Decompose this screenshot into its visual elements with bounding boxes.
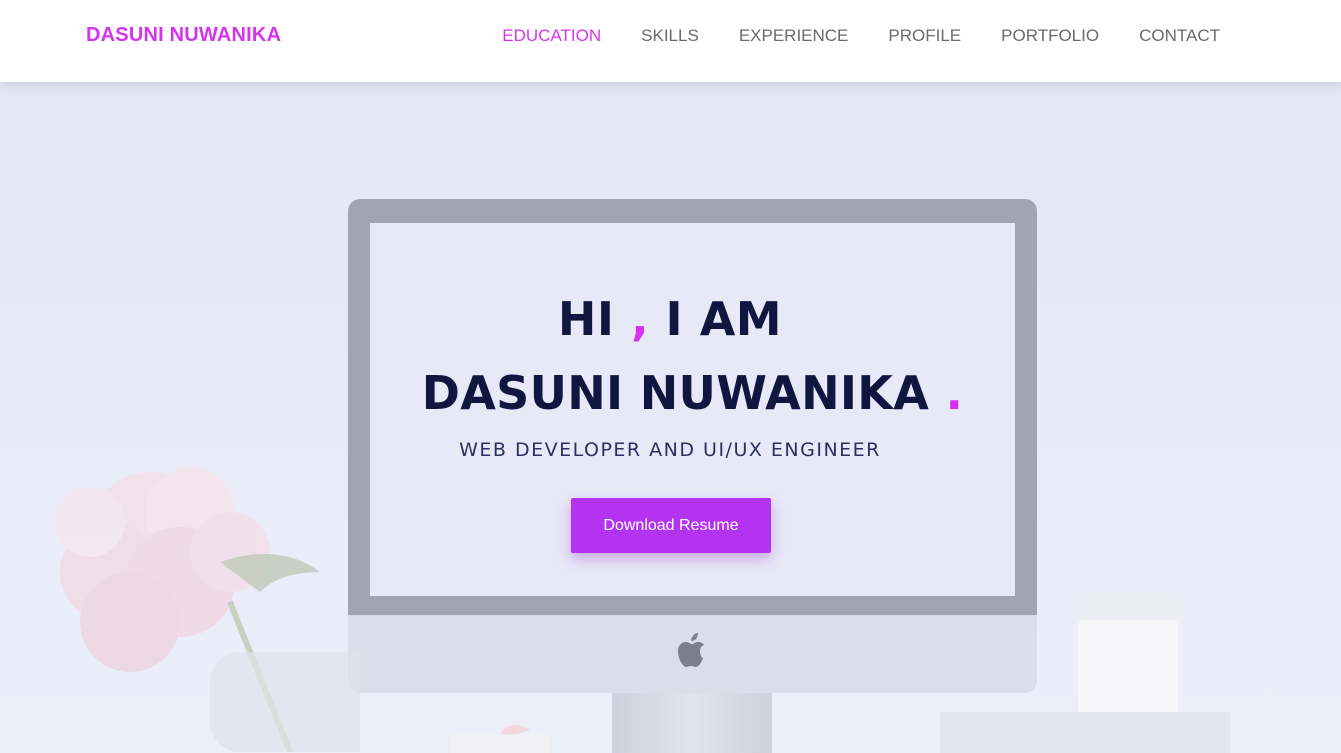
main-nav: EDUCATION SKILLS EXPERIENCE PROFILE PORT… bbox=[462, 26, 1220, 46]
apple-icon bbox=[678, 633, 704, 667]
books-illustration bbox=[940, 712, 1230, 753]
nav-education[interactable]: EDUCATION bbox=[502, 26, 601, 46]
candle-illustration bbox=[1074, 592, 1184, 722]
nav-profile[interactable]: PROFILE bbox=[888, 26, 961, 46]
nav-portfolio[interactable]: PORTFOLIO bbox=[1001, 26, 1099, 46]
download-resume-button[interactable]: Download Resume bbox=[571, 498, 771, 553]
nav-contact[interactable]: CONTACT bbox=[1139, 26, 1220, 46]
brand-logo[interactable]: DASUNI NUWANIKA bbox=[86, 24, 281, 47]
navbar: DASUNI NUWANIKA EDUCATION SKILLS EXPERIE… bbox=[0, 0, 1341, 82]
nav-skills[interactable]: SKILLS bbox=[641, 26, 699, 46]
hero-role: WEB DEVELOPER AND UI/UX ENGINEER bbox=[459, 439, 881, 461]
monitor-stand bbox=[612, 693, 772, 753]
greeting-end: I AM bbox=[649, 292, 783, 346]
nav-experience[interactable]: EXPERIENCE bbox=[739, 26, 849, 46]
hero-name-dot: . bbox=[929, 366, 964, 420]
greeting-comma: , bbox=[631, 292, 650, 346]
greeting-start: HI bbox=[557, 292, 632, 346]
hero-section: HI , I AM DASUNI NUWANIKA . WEB DEVELOPE… bbox=[0, 82, 1341, 753]
hero-name: DASUNI NUWANIKA . bbox=[370, 366, 1015, 420]
flower-vase-illustration bbox=[55, 467, 360, 752]
hero-name-text: DASUNI NUWANIKA bbox=[421, 366, 930, 420]
gift-box-illustration bbox=[450, 724, 550, 753]
hero-greeting: HI , I AM bbox=[370, 292, 970, 346]
